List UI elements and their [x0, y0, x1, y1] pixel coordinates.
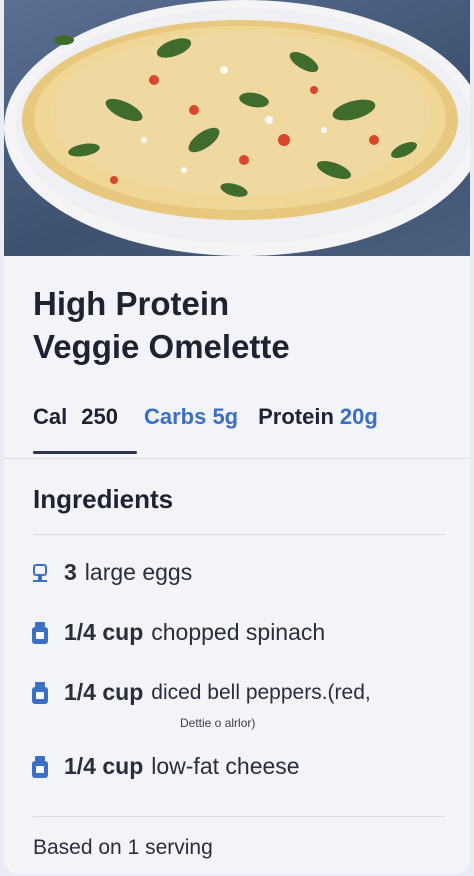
- serving-note: Based on 1 serving: [33, 836, 213, 859]
- ingredient-qty: 1/4 cup: [64, 619, 144, 645]
- ingredient-qty: 1/4 cup: [64, 679, 144, 705]
- ingredient-note: Dettie o alrlor): [180, 716, 256, 730]
- ingredient-item: 1/4 cup low-fat cheese: [30, 753, 300, 780]
- recipe-title: High Protein Veggie Omelette: [33, 282, 433, 368]
- tab-calories[interactable]: Cal 250: [33, 404, 118, 430]
- ingredient-item: 1/4 cup chopped spinach: [30, 619, 325, 646]
- container-icon: [30, 621, 50, 645]
- calories-value: 250: [81, 404, 118, 429]
- recipe-card: High Protein Veggie Omelette Cal 250 Carb…: [4, 0, 470, 874]
- calories-label: Cal: [33, 404, 68, 429]
- active-tab-indicator: [33, 451, 137, 454]
- protein-label: Protein: [258, 404, 334, 429]
- tab-protein[interactable]: Protein 20g: [258, 404, 378, 430]
- protein-value: 20g: [339, 404, 378, 429]
- container-icon: [30, 681, 50, 705]
- recipe-title-line1: High Protein: [33, 285, 230, 322]
- tab-carbs[interactable]: Carbs 5g: [144, 404, 238, 430]
- ingredient-item: 3 large eggs: [30, 559, 192, 586]
- nutrition-stats: Cal 250 Carbs 5g Protein 20g: [33, 404, 378, 434]
- ingredient-item: 1/4 cup diced bell peppers.(red,: [30, 679, 371, 706]
- ingredient-qty: 3: [64, 559, 77, 585]
- ingredient-text: diced bell peppers.(red,: [151, 680, 371, 704]
- recipe-title-line2: Veggie Omelette: [33, 328, 290, 365]
- egg-icon: [30, 561, 50, 585]
- ingredient-text: chopped spinach: [151, 619, 326, 645]
- footer-divider: [33, 816, 445, 817]
- ingredient-text: low-fat cheese: [151, 753, 300, 779]
- ingredients-divider: [33, 534, 445, 535]
- stats-divider: [4, 458, 470, 459]
- container-icon: [30, 755, 50, 779]
- ingredient-qty: 1/4 cup: [64, 753, 144, 779]
- ingredients-heading: Ingredients: [33, 484, 174, 514]
- ingredient-text: large eggs: [84, 559, 193, 585]
- omelette-photo: [4, 0, 470, 256]
